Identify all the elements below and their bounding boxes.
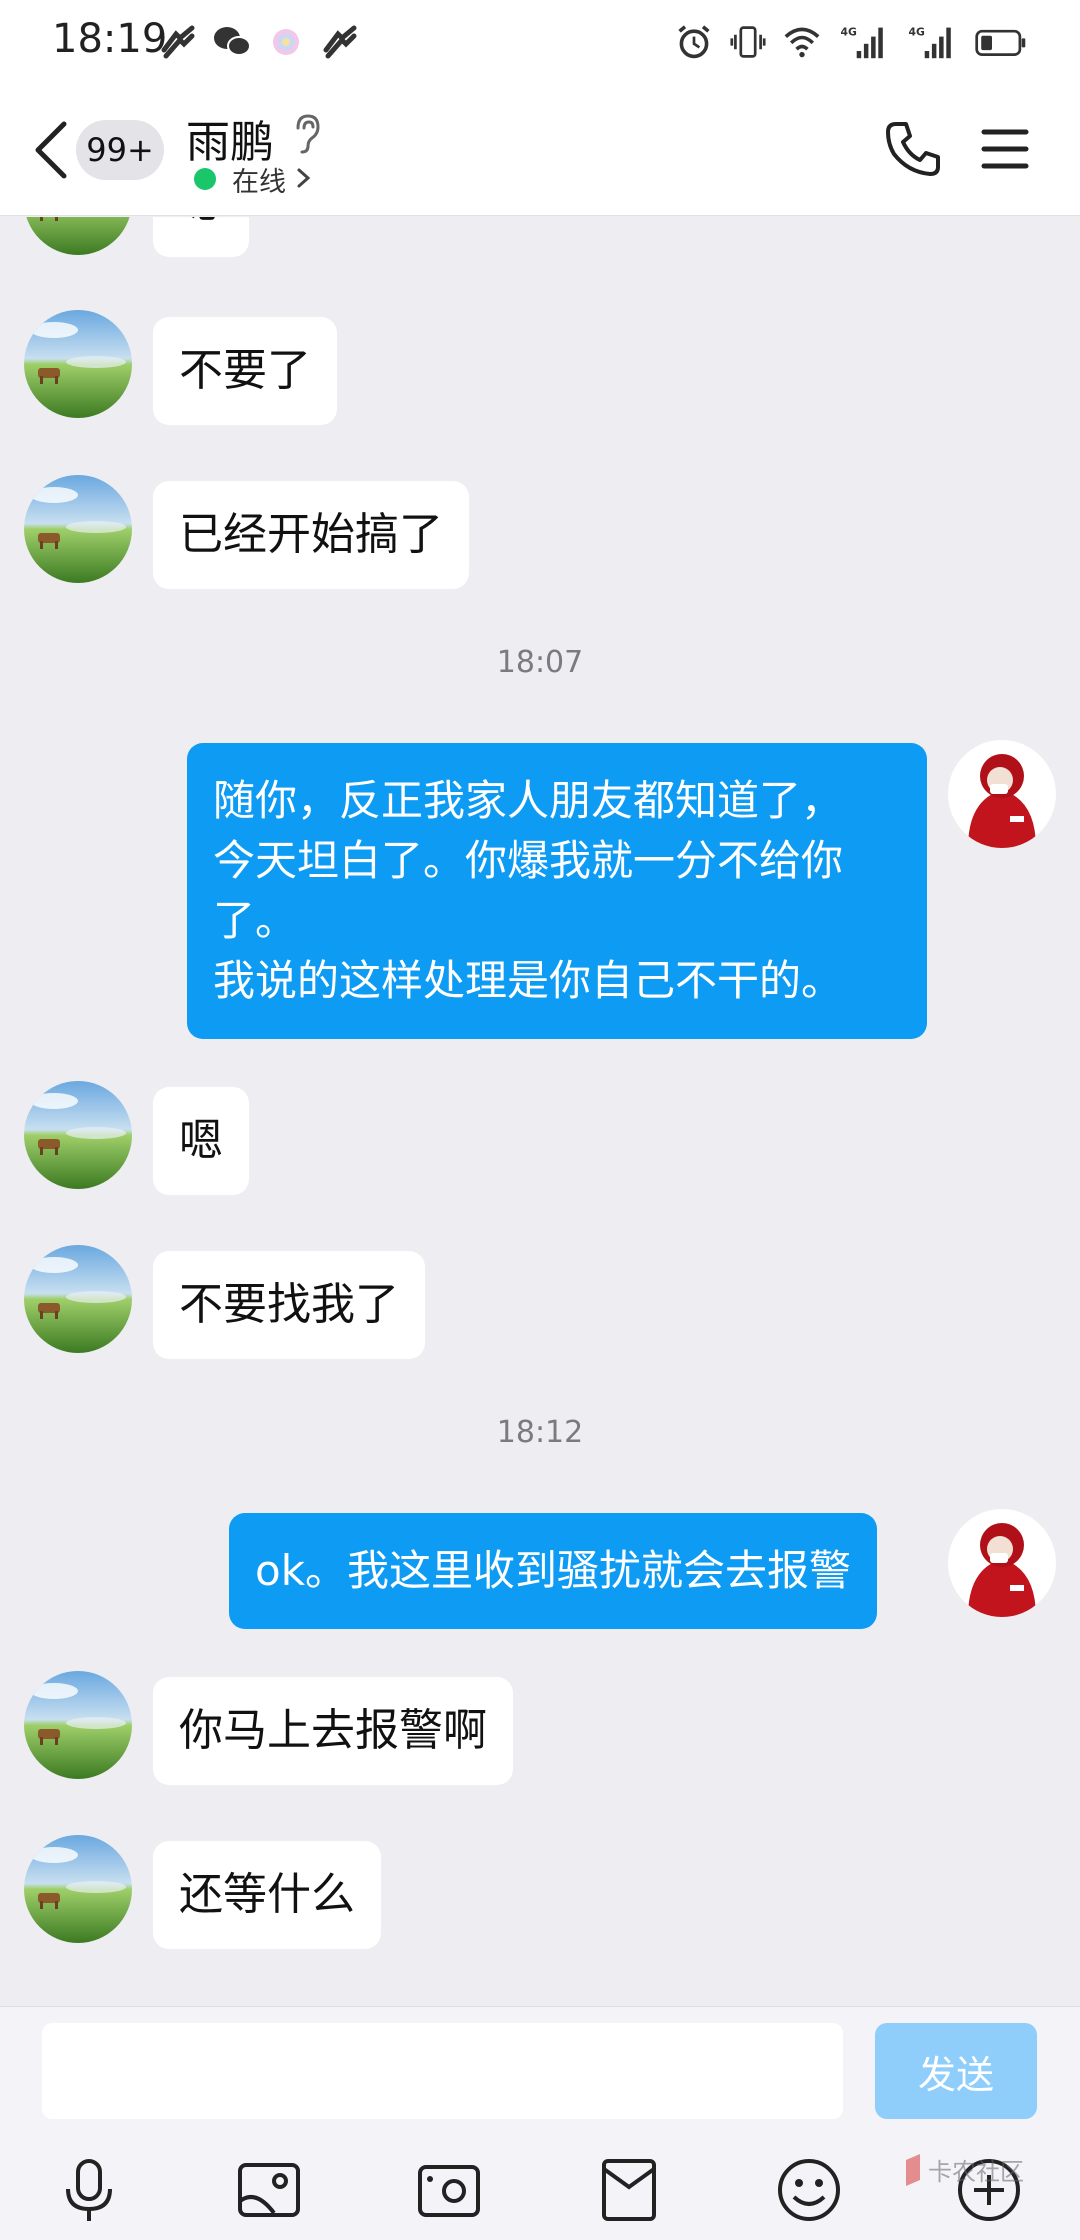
contact-avatar[interactable]	[24, 1835, 132, 1943]
my-avatar[interactable]	[948, 1509, 1056, 1617]
contact-avatar[interactable]	[24, 1081, 132, 1189]
timestamp: 18:12	[496, 1415, 584, 1450]
battery-icon	[972, 24, 1030, 60]
status-time: 18:19	[52, 16, 168, 62]
incoming-message[interactable]: 不要找我了	[153, 1251, 425, 1359]
unread-count-badge[interactable]: 99+	[76, 120, 164, 180]
signal-4g-icon: 4G	[836, 24, 890, 60]
incoming-message[interactable]: 不要了	[153, 317, 337, 425]
contact-avatar[interactable]	[24, 217, 132, 255]
incoming-message[interactable]: 你马上去报警啊	[153, 1677, 513, 1785]
chat-header: 99+ 雨鹏 在线	[0, 84, 1080, 216]
vibrate-icon	[728, 24, 768, 60]
emoji-icon[interactable]	[774, 2155, 844, 2225]
timestamp: 18:07	[496, 645, 584, 680]
outgoing-message[interactable]: 随你，反正我家人朋友都知道了， 今天坦白了。你爆我就一分不给你 了。 我说的这样…	[187, 743, 927, 1039]
contact-avatar[interactable]	[24, 1671, 132, 1779]
send-button[interactable]: 发送	[875, 2023, 1037, 2119]
ear-icon[interactable]	[290, 112, 324, 156]
message-list[interactable]: 嗯 不要了 已经开始搞了 18:07 随你，反正我家人朋友都知道了， 今天坦白了…	[0, 217, 1080, 2005]
status-bar: 18:19 4G 4G	[0, 0, 1080, 84]
color-ring-icon	[266, 24, 306, 60]
incoming-message[interactable]: 已经开始搞了	[153, 481, 469, 589]
tiktok-icon	[320, 24, 360, 60]
contact-avatar[interactable]	[24, 475, 132, 583]
image-icon[interactable]	[234, 2155, 304, 2225]
network-label: 4G	[909, 26, 926, 39]
wechat-icon	[212, 24, 252, 60]
message-line: 随你，反正我家人朋友都知道了，	[213, 776, 844, 825]
back-button[interactable]	[28, 118, 72, 182]
online-status-dot	[194, 168, 216, 190]
camera-icon[interactable]	[414, 2155, 484, 2225]
my-avatar[interactable]	[948, 740, 1056, 848]
phone-call-icon[interactable]	[882, 118, 944, 180]
red-packet-icon[interactable]	[594, 2155, 664, 2225]
message-line: 今天坦白了。你爆我就一分不给你	[213, 836, 844, 885]
menu-icon[interactable]	[980, 124, 1030, 174]
message-input[interactable]	[42, 2023, 843, 2119]
incoming-message[interactable]: 嗯	[153, 1087, 249, 1195]
microphone-icon[interactable]	[54, 2155, 124, 2225]
chevron-left-icon	[35, 121, 67, 179]
network-label: 4G	[841, 26, 858, 39]
incoming-message[interactable]: 嗯	[153, 217, 249, 257]
contact-avatar[interactable]	[24, 310, 132, 418]
alarm-icon	[674, 24, 714, 60]
watermark-logo: 卡农社区	[898, 2150, 1038, 2194]
online-status-label[interactable]: 在线	[232, 160, 286, 199]
outgoing-message[interactable]: ok。我这里收到骚扰就会去报警	[229, 1513, 878, 1629]
tiktok-icon	[158, 24, 198, 60]
composer: 发送	[0, 2006, 1080, 2240]
signal-4g-icon: 4G	[904, 24, 958, 60]
incoming-message[interactable]: 还等什么	[153, 1841, 381, 1949]
contact-avatar[interactable]	[24, 1245, 132, 1353]
watermark-text: 卡农社区	[928, 2158, 1024, 2186]
chevron-right-icon[interactable]	[296, 164, 312, 192]
message-line: 我说的这样处理是你自己不干的。	[213, 956, 844, 1005]
message-line: 了。	[213, 896, 298, 945]
wifi-icon	[782, 24, 822, 60]
